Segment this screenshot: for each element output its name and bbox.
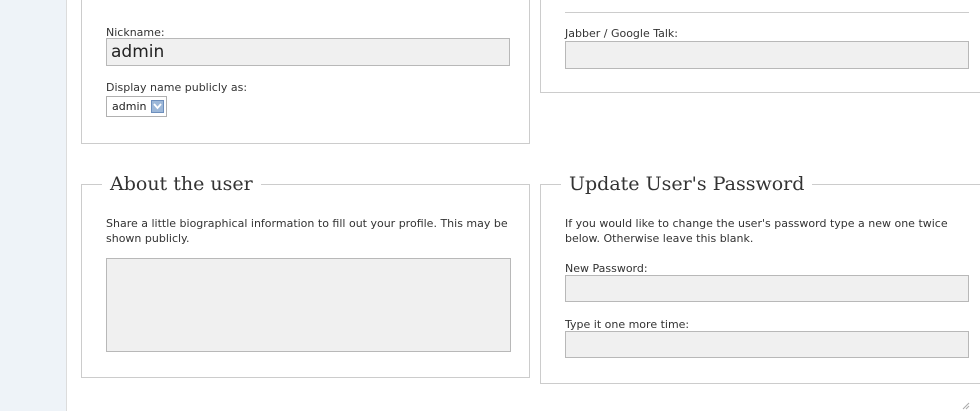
admin-sidebar-edge (0, 0, 67, 411)
chevron-down-icon[interactable] (151, 100, 164, 113)
password-legend: Update User's Password (561, 170, 813, 198)
password-description: If you would like to change the user's p… (565, 217, 948, 245)
display-name-selected: admin (112, 100, 147, 113)
repeat-password-input[interactable] (565, 331, 969, 358)
repeat-password-label: Type it one more time: (565, 318, 690, 331)
new-password-label: New Password: (565, 262, 648, 275)
new-password-input[interactable] (565, 275, 969, 302)
resize-grip-icon[interactable] (962, 402, 970, 410)
biography-textarea[interactable] (106, 258, 511, 352)
about-description: Share a little biographical information … (106, 217, 508, 245)
nickname-value: admin (111, 42, 165, 62)
name-panel (81, 0, 530, 144)
jabber-input[interactable] (565, 41, 969, 69)
display-name-select[interactable]: admin (106, 96, 167, 117)
nickname-input[interactable]: admin (106, 38, 510, 66)
jabber-label: Jabber / Google Talk: (565, 27, 678, 40)
about-legend: About the user (102, 170, 261, 198)
field-bottom-edge (565, 12, 969, 13)
display-name-label: Display name publicly as: (106, 81, 248, 94)
